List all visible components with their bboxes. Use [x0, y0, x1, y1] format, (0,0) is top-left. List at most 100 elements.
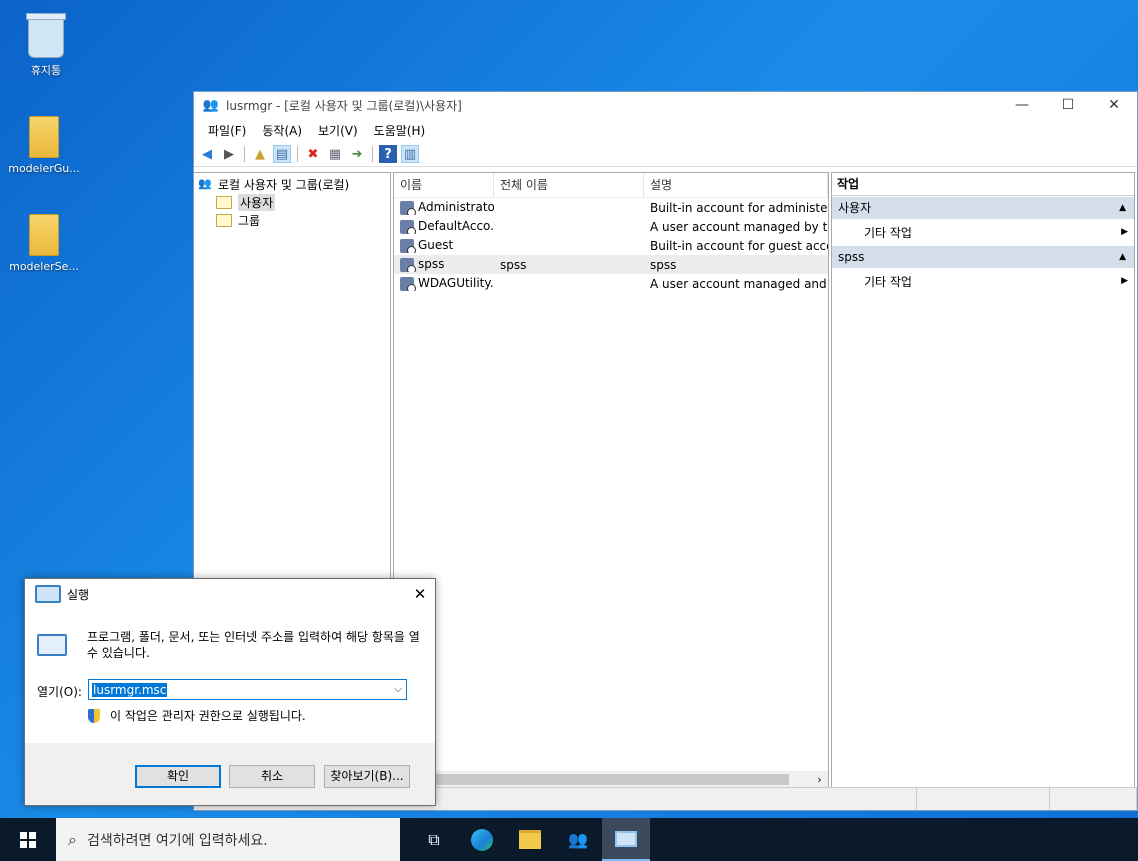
section-label: spss: [838, 250, 865, 264]
cell-description: spss: [650, 257, 677, 272]
edge-icon[interactable]: [458, 818, 506, 861]
table-row[interactable]: DefaultAcco... A user account managed by…: [394, 217, 828, 236]
submenu-arrow-icon: ▶: [1121, 276, 1128, 286]
menu-bar: 파일(F) 동작(A) 보기(V) 도움말(H): [194, 118, 1137, 142]
toolbar: ◀ ▶ ▲ ▤ ✖ ▦ ➜ ? ▥: [194, 142, 1137, 167]
desktop-icon-label: modelerSe...: [9, 260, 79, 273]
cell-name: Guest: [418, 238, 454, 253]
run-taskbar-icon[interactable]: [602, 818, 650, 861]
tree-item-label: 사용자: [238, 193, 276, 211]
app-icon: 👥: [202, 97, 220, 113]
more-actions-item[interactable]: 기타 작업 ▶: [832, 268, 1134, 294]
close-icon[interactable]: ✕: [405, 585, 435, 603]
taskbar: ⌕ 검색하려면 여기에 입력하세요. ⧉ 👥: [0, 818, 1138, 861]
collapse-icon[interactable]: ▲: [1119, 197, 1126, 219]
taskbar-search[interactable]: ⌕ 검색하려면 여기에 입력하세요.: [56, 818, 400, 861]
cell-name: WDAGUtility...: [418, 276, 494, 291]
table-row[interactable]: WDAGUtility... A user account managed an…: [394, 274, 828, 293]
lusrmgr-taskbar-icon[interactable]: 👥: [554, 818, 602, 861]
action-label: 기타 작업: [864, 274, 912, 289]
folder-icon: [216, 195, 232, 209]
scrollbar-thumb[interactable]: [394, 774, 789, 785]
open-input[interactable]: lusrmgr.msc ⌵: [88, 679, 407, 700]
desktop-icon-modeler-gu[interactable]: modelerGu...: [4, 116, 84, 175]
run-description: 프로그램, 폴더, 문서, 또는 인터넷 주소를 입력하여 해당 항목을 열 수…: [87, 630, 420, 660]
minimize-button[interactable]: —: [999, 92, 1045, 118]
cell-name: Administrator: [418, 200, 494, 215]
menu-action[interactable]: 동작(A): [254, 122, 310, 139]
file-explorer-icon[interactable]: [506, 818, 554, 861]
user-icon: [400, 200, 416, 215]
run-title-bar[interactable]: 실행 ✕: [25, 579, 435, 609]
cell-description: A user account managed by the: [650, 219, 828, 234]
run-dialog: 실행 ✕ 프로그램, 폴더, 문서, 또는 인터넷 주소를 입력하여 해당 항목…: [24, 578, 436, 806]
collapse-icon[interactable]: ▲: [1119, 246, 1126, 268]
menu-help[interactable]: 도움말(H): [366, 122, 434, 139]
close-button[interactable]: ✕: [1091, 92, 1137, 118]
desktop-icon-recycle-bin[interactable]: 휴지통: [6, 13, 86, 78]
cell-description: A user account managed and us: [650, 276, 828, 291]
cancel-button[interactable]: 취소: [229, 765, 315, 788]
toolbar-separator: [372, 146, 373, 162]
uac-shield-icon: [88, 708, 100, 723]
desktop-icon-modeler-se[interactable]: modelerSe...: [4, 214, 84, 273]
show-hide-tree-icon[interactable]: ▤: [273, 145, 291, 163]
forward-arrow-icon[interactable]: ▶: [220, 145, 238, 163]
tree-item-users[interactable]: 사용자: [194, 193, 390, 211]
export-list-icon[interactable]: ➜: [348, 145, 366, 163]
toolbar-separator: [297, 146, 298, 162]
ok-button[interactable]: 확인: [135, 765, 221, 788]
menu-file[interactable]: 파일(F): [200, 122, 254, 139]
table-row[interactable]: Administrator Built-in account for admin…: [394, 198, 828, 217]
open-input-value[interactable]: lusrmgr.msc: [92, 682, 168, 697]
list-header: 이름 전체 이름 설명: [394, 173, 828, 198]
table-row[interactable]: spss spss spss: [394, 255, 828, 274]
tree-item-label: 그룹: [238, 213, 261, 228]
run-title: 실행: [67, 587, 90, 602]
cell-full-name: spss: [500, 257, 527, 272]
admin-note: 이 작업은 관리자 권한으로 실행됩니다.: [88, 707, 306, 724]
title-bar[interactable]: 👥 lusrmgr - [로컬 사용자 및 그룹(로컬)\사용자] — ☐ ✕: [194, 92, 1137, 118]
window-title: lusrmgr - [로컬 사용자 및 그룹(로컬)\사용자]: [226, 98, 462, 113]
task-view-icon[interactable]: ⧉: [410, 818, 458, 861]
run-footer: 확인 취소 찾아보기(B)...: [25, 743, 435, 805]
user-icon: [400, 238, 416, 253]
toolbar-separator: [244, 146, 245, 162]
column-header-full-name[interactable]: 전체 이름: [494, 173, 644, 197]
action-label: 기타 작업: [864, 225, 912, 240]
desktop-icon-label: 휴지통: [30, 64, 62, 77]
help-icon[interactable]: ?: [379, 145, 397, 163]
properties-icon[interactable]: ▦: [326, 145, 344, 163]
tree-item-label: 로컬 사용자 및 그룹(로컬): [218, 177, 350, 192]
user-icon: [400, 257, 416, 272]
column-header-description[interactable]: 설명: [644, 173, 828, 197]
tree-item-groups[interactable]: 그룹: [194, 211, 390, 229]
menu-view[interactable]: 보기(V): [310, 122, 366, 139]
actions-section-spss[interactable]: spss ▲: [832, 246, 1134, 268]
actions-section-users[interactable]: 사용자 ▲: [832, 197, 1134, 219]
cell-name: spss: [418, 257, 445, 272]
action-pane-icon[interactable]: ▥: [401, 145, 419, 163]
admin-note-text: 이 작업은 관리자 권한으로 실행됩니다.: [110, 709, 306, 723]
status-cell: [1050, 788, 1137, 810]
horizontal-scrollbar[interactable]: ›: [394, 771, 828, 788]
tree-item-root[interactable]: 👥 로컬 사용자 및 그룹(로컬): [194, 175, 390, 193]
browse-button[interactable]: 찾아보기(B)...: [324, 765, 410, 788]
more-actions-item[interactable]: 기타 작업 ▶: [832, 219, 1134, 245]
user-icon: [400, 219, 416, 234]
users-groups-icon: 👥: [198, 177, 212, 190]
start-button[interactable]: [0, 818, 56, 861]
open-label: 열기(O):: [37, 685, 82, 699]
user-icon: [400, 276, 416, 291]
user-list: 이름 전체 이름 설명 Administrator Built-in accou…: [393, 172, 829, 788]
chevron-down-icon[interactable]: ⌵: [390, 684, 406, 695]
back-arrow-icon[interactable]: ◀: [198, 145, 216, 163]
windows-logo-icon: [20, 831, 36, 848]
table-row[interactable]: Guest Built-in account for guest access: [394, 236, 828, 255]
maximize-button[interactable]: ☐: [1045, 92, 1091, 118]
column-header-name[interactable]: 이름: [394, 173, 494, 197]
scroll-right-icon[interactable]: ›: [811, 773, 828, 786]
delete-icon[interactable]: ✖: [304, 145, 322, 163]
folder-icon: [216, 213, 232, 227]
up-folder-icon[interactable]: ▲: [251, 145, 269, 163]
